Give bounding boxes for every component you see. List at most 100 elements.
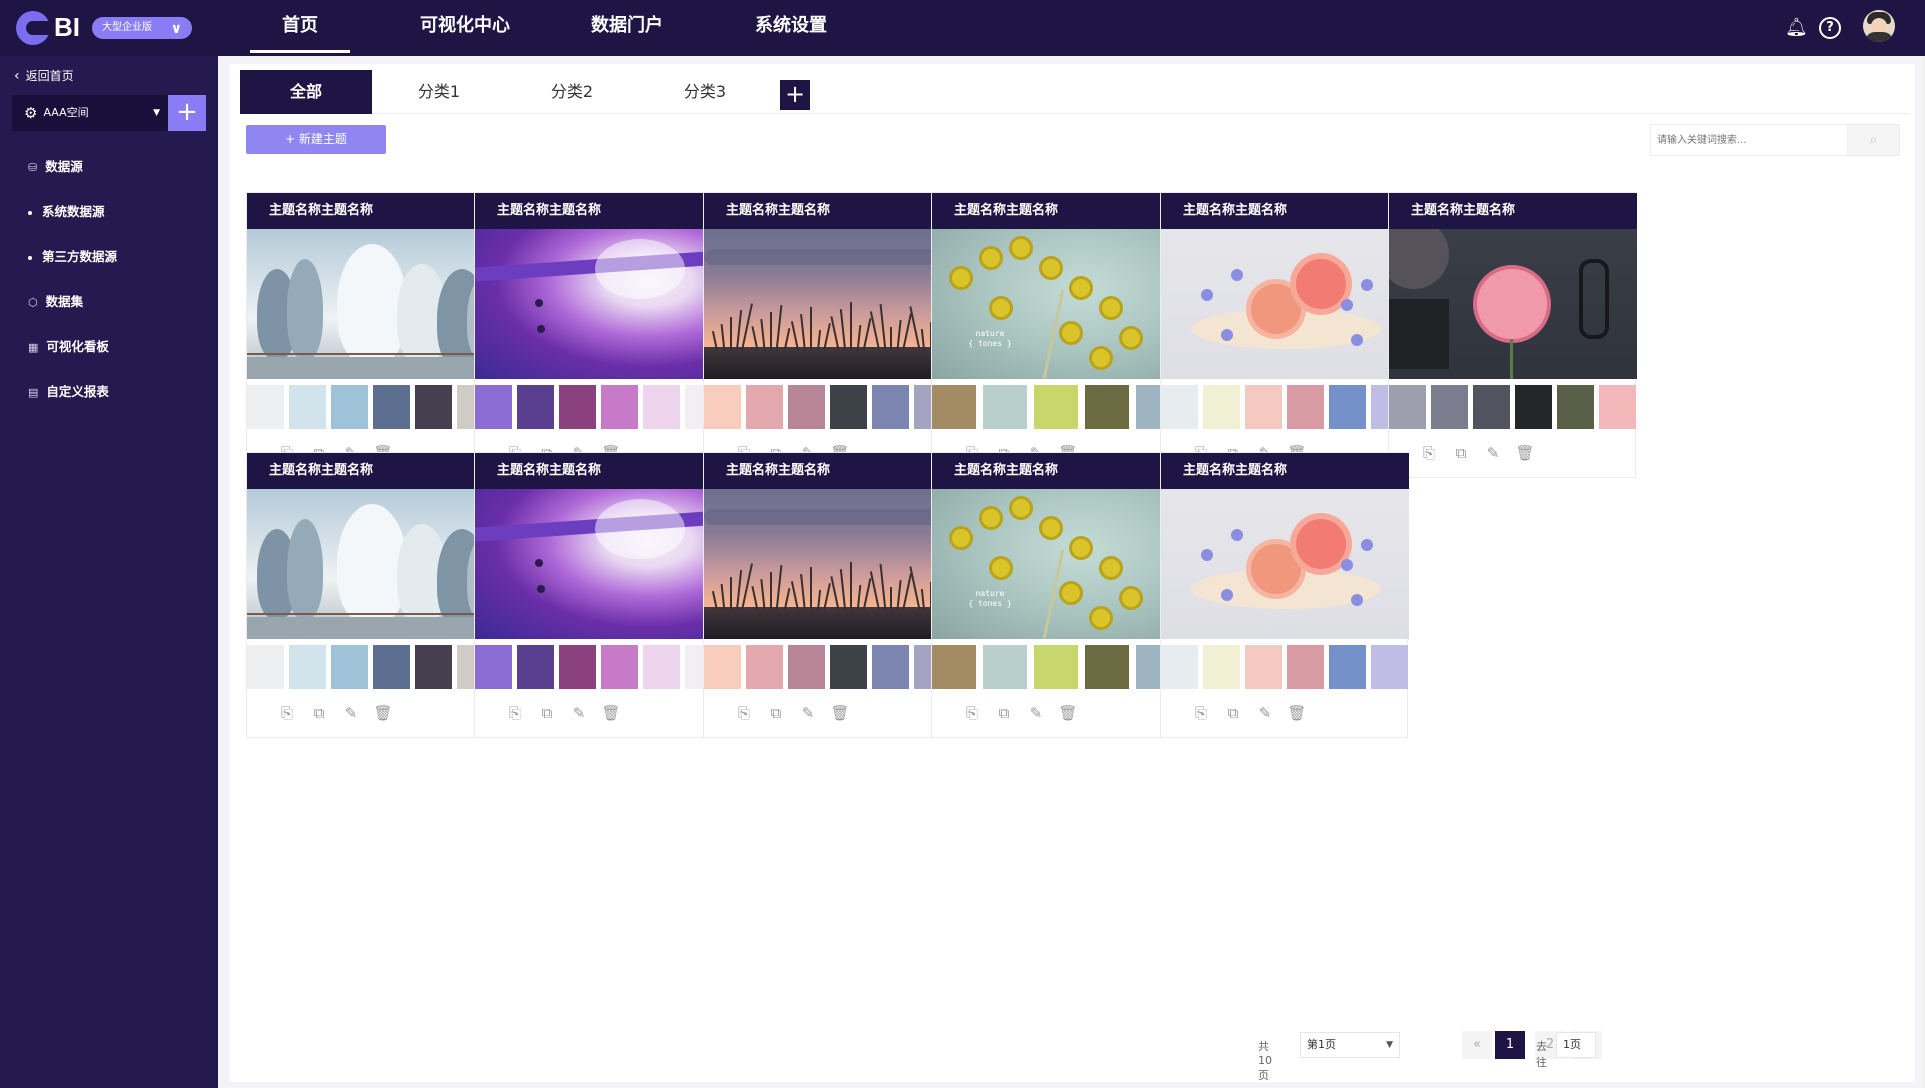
sidebar-item-label: 数据集 bbox=[45, 294, 84, 309]
color-swatch bbox=[475, 385, 512, 429]
card-actions: ⎘ ⧉ ✎ 🗑︎ bbox=[734, 703, 934, 723]
back-home-link[interactable]: ‹ 返回首页 bbox=[14, 67, 74, 84]
theme-card[interactable]: 主题名称主题名称⎘⧉✎🗑︎ bbox=[1160, 192, 1409, 478]
theme-card[interactable]: 主题名称主题名称⎘⧉✎🗑︎ bbox=[246, 192, 495, 478]
color-swatch bbox=[1287, 645, 1324, 689]
tab-0[interactable]: 全部 bbox=[240, 70, 372, 114]
search-input[interactable] bbox=[1651, 125, 1847, 155]
caret-down-icon: ▼ bbox=[1386, 1040, 1393, 1050]
nav-item-0[interactable]: 首页 bbox=[250, 0, 350, 56]
color-swatch bbox=[1557, 385, 1594, 429]
color-swatch bbox=[1245, 645, 1282, 689]
search-icon[interactable]: ⌕ bbox=[1847, 125, 1899, 155]
theme-card[interactable]: 主题名称主题名称⎘⧉✎🗑︎ bbox=[1160, 452, 1409, 738]
color-swatch bbox=[559, 385, 596, 429]
preview-icon[interactable]: ⧉ bbox=[1223, 703, 1243, 723]
edit-icon[interactable]: ✎ bbox=[569, 703, 589, 723]
page-button-1[interactable]: 1 bbox=[1495, 1031, 1525, 1059]
theme-card[interactable]: 主题名称主题名称 nature{ tones } ⎘ ⧉ ✎ 🗑︎ bbox=[931, 452, 1180, 738]
category-tabs: + 全部 分类1 分类2 分类3 bbox=[240, 70, 1910, 114]
color-swatch bbox=[1431, 385, 1468, 429]
copy-icon[interactable]: ⎘ bbox=[1419, 443, 1439, 463]
theme-card[interactable]: 主题名称主题名称nature{ tones }⎘⧉✎🗑︎ bbox=[931, 192, 1180, 478]
bell-icon[interactable]: 🔔︎ bbox=[1785, 17, 1808, 39]
color-swatch bbox=[643, 385, 680, 429]
edit-icon[interactable]: ✎ bbox=[1483, 443, 1503, 463]
copy-icon[interactable]: ⎘ bbox=[962, 703, 982, 723]
space-selector[interactable]: ⚙ AAA空间 ▼ bbox=[12, 95, 168, 131]
color-swatch bbox=[746, 385, 783, 429]
theme-card[interactable]: 主题名称主题名称⎘⧉✎🗑︎ bbox=[703, 192, 952, 478]
bullet-icon bbox=[28, 255, 32, 260]
sidebar-item-0[interactable]: ⛁ 数据源 bbox=[28, 156, 83, 175]
color-swatch bbox=[247, 645, 284, 689]
add-category-button[interactable]: + bbox=[780, 80, 810, 110]
copy-icon[interactable]: ⎘ bbox=[277, 703, 297, 723]
sidebar-item-3[interactable]: ⬡ 数据集 bbox=[28, 291, 83, 310]
color-palette bbox=[932, 379, 1180, 429]
preview-icon[interactable]: ⧉ bbox=[309, 703, 329, 723]
nav-item-1[interactable]: 可视化中心 bbox=[400, 0, 530, 56]
theme-card[interactable]: 主题名称主题名称⎘⧉✎🗑︎ bbox=[474, 452, 723, 738]
color-palette bbox=[704, 379, 952, 429]
color-swatch bbox=[932, 385, 976, 429]
theme-card-title: 主题名称主题名称 bbox=[932, 453, 1180, 489]
scrollbar-track[interactable] bbox=[1921, 56, 1925, 1088]
preview-icon[interactable]: ⧉ bbox=[994, 703, 1014, 723]
sidebar-item-1[interactable]: 系统数据源 bbox=[28, 201, 105, 220]
copy-icon[interactable]: ⎘ bbox=[734, 703, 754, 723]
preview-icon[interactable]: ⧉ bbox=[537, 703, 557, 723]
theme-card[interactable]: 主题名称主题名称⎘⧉✎🗑︎ bbox=[703, 452, 952, 738]
delete-icon[interactable]: 🗑︎ bbox=[373, 703, 393, 723]
edition-badge[interactable]: 大型企业版 ∨ bbox=[92, 17, 192, 39]
delete-icon[interactable]: 🗑︎ bbox=[601, 703, 621, 723]
color-swatch bbox=[872, 645, 909, 689]
theme-card[interactable]: 主题名称主题名称⎘⧉✎🗑︎ bbox=[246, 452, 495, 738]
tab-2[interactable]: 分类2 bbox=[506, 70, 638, 114]
goto-page-input[interactable]: 1页 bbox=[1556, 1032, 1596, 1058]
avatar[interactable] bbox=[1863, 10, 1895, 42]
color-swatch bbox=[289, 385, 326, 429]
theme-card[interactable]: 主题名称主题名称⎘⧉✎🗑︎ bbox=[1388, 192, 1637, 478]
nav-item-2[interactable]: 数据门户 bbox=[562, 0, 692, 56]
preview-icon[interactable]: ⧉ bbox=[766, 703, 786, 723]
color-palette bbox=[247, 379, 495, 429]
copy-icon[interactable]: ⎘ bbox=[505, 703, 525, 723]
delete-icon[interactable]: 🗑︎ bbox=[830, 703, 850, 723]
page-select[interactable]: 第1页 ▼ bbox=[1300, 1032, 1400, 1058]
color-swatch bbox=[331, 645, 368, 689]
delete-icon[interactable]: 🗑︎ bbox=[1058, 703, 1078, 723]
color-swatch bbox=[289, 645, 326, 689]
sidebar-item-2[interactable]: 第三方数据源 bbox=[28, 246, 117, 265]
database-icon: ⛁ bbox=[28, 161, 38, 174]
theme-preview-image: nature{ tones } bbox=[932, 489, 1180, 639]
edit-icon[interactable]: ✎ bbox=[798, 703, 818, 723]
color-swatch bbox=[415, 645, 452, 689]
new-theme-button[interactable]: + 新建主题 bbox=[246, 125, 386, 154]
tab-3[interactable]: 分类3 bbox=[639, 70, 771, 114]
help-icon[interactable]: ? bbox=[1819, 17, 1841, 39]
edit-icon[interactable]: ✎ bbox=[1255, 703, 1275, 723]
add-space-button[interactable]: + bbox=[168, 95, 206, 131]
sidebar-item-5[interactable]: ▤ 自定义报表 bbox=[28, 381, 109, 400]
edit-icon[interactable]: ✎ bbox=[341, 703, 361, 723]
image-caption: nature{ tones } bbox=[968, 589, 1012, 608]
sidebar-item-label: 可视化看板 bbox=[46, 339, 109, 354]
edit-icon[interactable]: ✎ bbox=[1026, 703, 1046, 723]
copy-icon[interactable]: ⎘ bbox=[1191, 703, 1211, 723]
nav-item-3[interactable]: 系统设置 bbox=[726, 0, 856, 56]
color-swatch bbox=[247, 385, 284, 429]
delete-icon[interactable]: 🗑︎ bbox=[1287, 703, 1307, 723]
theme-card[interactable]: 主题名称主题名称⎘⧉✎🗑︎ bbox=[474, 192, 723, 478]
top-bar: BI 大型企业版 ∨ 首页 可视化中心 数据门户 系统设置 🔔︎ ? bbox=[0, 0, 1925, 56]
prev-page-button[interactable]: « bbox=[1462, 1031, 1492, 1059]
sidebar-item-4[interactable]: ▦ 可视化看板 bbox=[28, 336, 109, 355]
tab-1[interactable]: 分类1 bbox=[373, 70, 505, 114]
chevron-left-icon: ‹ bbox=[14, 68, 20, 84]
color-swatch bbox=[1287, 385, 1324, 429]
preview-icon[interactable]: ⧉ bbox=[1451, 443, 1471, 463]
color-swatch bbox=[1161, 645, 1198, 689]
delete-icon[interactable]: 🗑︎ bbox=[1515, 443, 1535, 463]
theme-preview-image: nature{ tones } bbox=[932, 229, 1180, 379]
report-icon: ▤ bbox=[28, 386, 39, 399]
